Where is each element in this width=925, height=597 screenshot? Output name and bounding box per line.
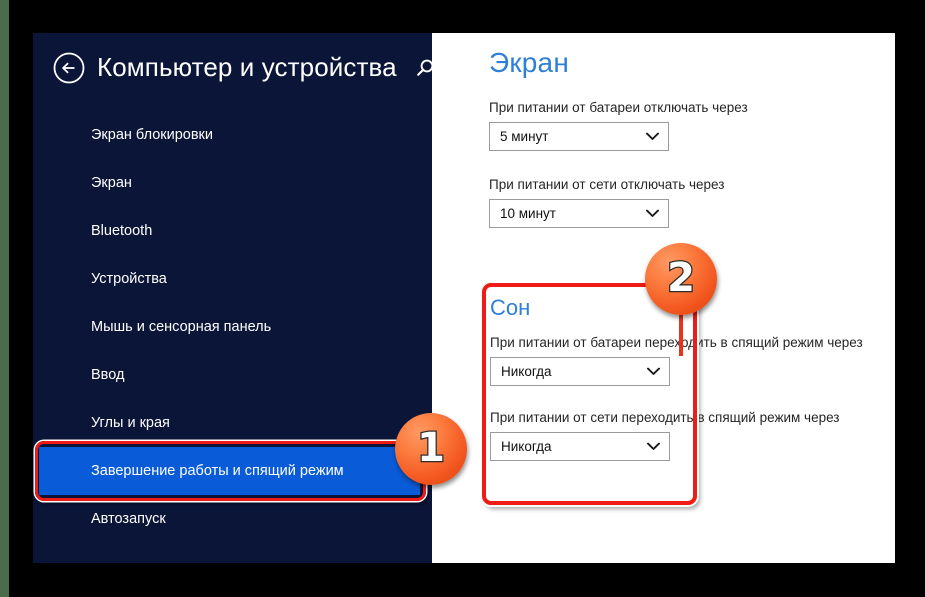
- chevron-down-icon: [646, 209, 659, 217]
- dropdown-value: 10 минут: [500, 206, 556, 221]
- sidebar-item-devices[interactable]: Устройства: [33, 255, 432, 303]
- sidebar-nav-list: Экран блокировки Экран Bluetooth Устройс…: [33, 111, 432, 543]
- sidebar-item-corners-edges[interactable]: Углы и края: [33, 399, 432, 447]
- sidebar-item-autoplay[interactable]: Автозапуск: [33, 495, 432, 543]
- plugged-screen-off-label: При питании от сети отключать через: [489, 177, 725, 192]
- sidebar-item-label: Экран блокировки: [91, 127, 213, 143]
- sidebar-item-bluetooth[interactable]: Bluetooth: [33, 207, 432, 255]
- sidebar-item-label: Углы и края: [91, 415, 170, 431]
- dropdown-value: Никогда: [501, 439, 552, 454]
- callout-stem-2: [679, 310, 683, 356]
- callout-badge-number: 2: [666, 255, 696, 301]
- callout-badge-2: 2: [645, 243, 717, 315]
- page-title: Компьютер и устройства: [97, 52, 397, 82]
- left-edge-strip: [0, 0, 9, 597]
- pc-settings-window: Компьютер и устройства Экран блокировки …: [33, 33, 895, 563]
- plugged-screen-off-dropdown[interactable]: 10 минут: [489, 199, 669, 228]
- sidebar-item-typing[interactable]: Ввод: [33, 351, 432, 399]
- battery-screen-off-dropdown[interactable]: 5 минут: [489, 122, 669, 151]
- back-arrow-icon[interactable]: [52, 51, 86, 85]
- sidebar-item-display[interactable]: Экран: [33, 159, 432, 207]
- chevron-down-icon: [647, 442, 660, 450]
- plugged-sleep-dropdown[interactable]: Никогда: [490, 432, 670, 461]
- callout-badge-1: 1: [395, 413, 467, 485]
- battery-sleep-dropdown[interactable]: Никогда: [490, 357, 670, 386]
- sidebar-item-lock-screen[interactable]: Экран блокировки: [33, 111, 432, 159]
- sidebar-item-label: Экран: [91, 175, 132, 191]
- sidebar-item-label: Bluetooth: [91, 223, 153, 239]
- battery-sleep-label: При питании от батареи переходить в спящ…: [490, 335, 863, 350]
- sidebar-item-label: Завершение работы и спящий режим: [91, 463, 344, 479]
- sidebar-item-power-sleep[interactable]: Завершение работы и спящий режим: [35, 441, 426, 501]
- screenshot-frame: Компьютер и устройства Экран блокировки …: [0, 0, 925, 597]
- sidebar-item-label: Мышь и сенсорная панель: [91, 319, 272, 335]
- sidebar-item-label: Ввод: [91, 367, 125, 383]
- chevron-down-icon: [647, 367, 660, 375]
- sleep-settings-group: Сон При питании от батареи переходить в …: [484, 285, 863, 461]
- battery-screen-off-label: При питании от батареи отключать через: [489, 100, 748, 115]
- settings-sidebar: Компьютер и устройства Экран блокировки …: [33, 33, 434, 563]
- sidebar-item-mouse-touchpad[interactable]: Мышь и сенсорная панель: [33, 303, 432, 351]
- sidebar-header: Компьютер и устройства: [33, 33, 434, 85]
- content-title: Экран: [489, 47, 569, 78]
- callout-badge-number: 1: [416, 425, 446, 471]
- plugged-sleep-label: При питании от сети переходить в спящий …: [490, 410, 840, 425]
- dropdown-value: Никогда: [501, 364, 552, 379]
- sidebar-item-label: Устройства: [91, 271, 167, 287]
- dropdown-value: 5 минут: [500, 129, 549, 144]
- chevron-down-icon: [646, 132, 659, 140]
- sidebar-item-label: Автозапуск: [91, 511, 166, 527]
